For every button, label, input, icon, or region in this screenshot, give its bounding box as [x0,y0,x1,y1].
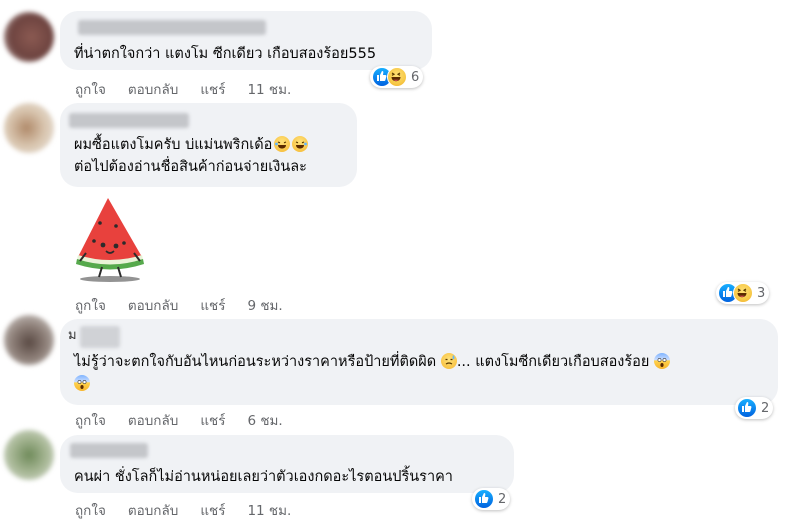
reaction-count: 2 [761,400,770,416]
reaction-count: 3 [757,285,766,301]
share-link[interactable]: แชร์ [200,294,225,316]
rofl-emoji [292,136,309,152]
commenter-name[interactable] [69,113,189,128]
timestamp[interactable]: 9 ชม. [247,294,282,316]
like-link[interactable]: ถูกใจ [75,499,106,521]
timestamp[interactable]: 11 ชม. [247,78,291,100]
comment-actions: ถูกใจ ตอบกลับ แชร์ 6 ชม. [75,409,305,431]
timestamp[interactable]: 11 ชม. [247,499,291,521]
reaction-summary[interactable]: 2 [735,397,774,419]
comment-actions: ถูกใจ ตอบกลับ แชร์ 11 ชม. [75,499,313,521]
reaction-summary[interactable]: 6 [370,66,424,88]
scream-emoji [74,375,90,391]
commenter-name-fragment[interactable]: ม [68,325,77,347]
comment-text: ไม่รู้ว่าจะตกใจกับอันไหนก่อนระหว่างราคาห… [74,351,670,395]
reaction-summary[interactable]: 2 [472,488,511,510]
like-icon [474,489,494,509]
comment-text: ผมซื้อแตงโมครับ บ่แม่นพริกเด้อ ต่อไปต้อง… [74,136,309,175]
reaction-count: 6 [411,69,420,85]
reaction-count: 2 [498,491,507,507]
commenter-avatar[interactable] [4,315,54,365]
comment-bubble: ที่น่าตกใจกว่า แตงโม ซีกเดียว เกือบสองร้… [60,11,432,70]
rofl-emoji [274,136,291,152]
like-link[interactable]: ถูกใจ [75,294,106,316]
commenter-avatar[interactable] [4,103,54,153]
reply-link[interactable]: ตอบกลับ [128,499,178,521]
sweat-emoji [440,353,457,369]
scream-emoji [653,353,670,369]
comment-bubble: ผมซื้อแตงโมครับ บ่แม่นพริกเด้อ ต่อไปต้อง… [60,103,357,187]
comment-actions: ถูกใจ ตอบกลับ แชร์ 9 ชม. [75,294,305,316]
like-link[interactable]: ถูกใจ [75,409,106,431]
like-link[interactable]: ถูกใจ [75,78,106,100]
comment-bubble: ม ไม่รู้ว่าจะตกใจกับอันไหนก่อนระหว่างราค… [60,319,778,405]
comment-text: คนผ่า ชั่งโลก็ไม่อ่านหน่อยเลยว่าตัวเองกด… [74,469,453,485]
timestamp[interactable]: 6 ชม. [247,409,282,431]
commenter-avatar[interactable] [4,12,54,62]
like-icon [737,398,757,418]
haha-icon [733,283,753,303]
commenter-name[interactable] [80,326,120,348]
reply-link[interactable]: ตอบกลับ [128,409,178,431]
comment-actions: ถูกใจ ตอบกลับ แชร์ 11 ชม. [75,78,313,100]
commenter-avatar[interactable] [4,430,54,480]
share-link[interactable]: แชร์ [200,409,225,431]
reply-link[interactable]: ตอบกลับ [128,78,178,100]
comment-text: ที่น่าตกใจกว่า แตงโม ซีกเดียว เกือบสองร้… [74,46,377,62]
reply-link[interactable]: ตอบกลับ [128,294,178,316]
share-link[interactable]: แชร์ [200,78,225,100]
commenter-name[interactable] [70,443,148,458]
share-link[interactable]: แชร์ [200,499,225,521]
reaction-summary[interactable]: 3 [716,282,770,304]
comment-bubble: คนผ่า ชั่งโลก็ไม่อ่านหน่อยเลยว่าตัวเองกด… [60,435,514,493]
watermelon-sticker[interactable] [70,193,150,285]
commenter-name[interactable] [78,20,266,35]
haha-icon [387,67,407,87]
